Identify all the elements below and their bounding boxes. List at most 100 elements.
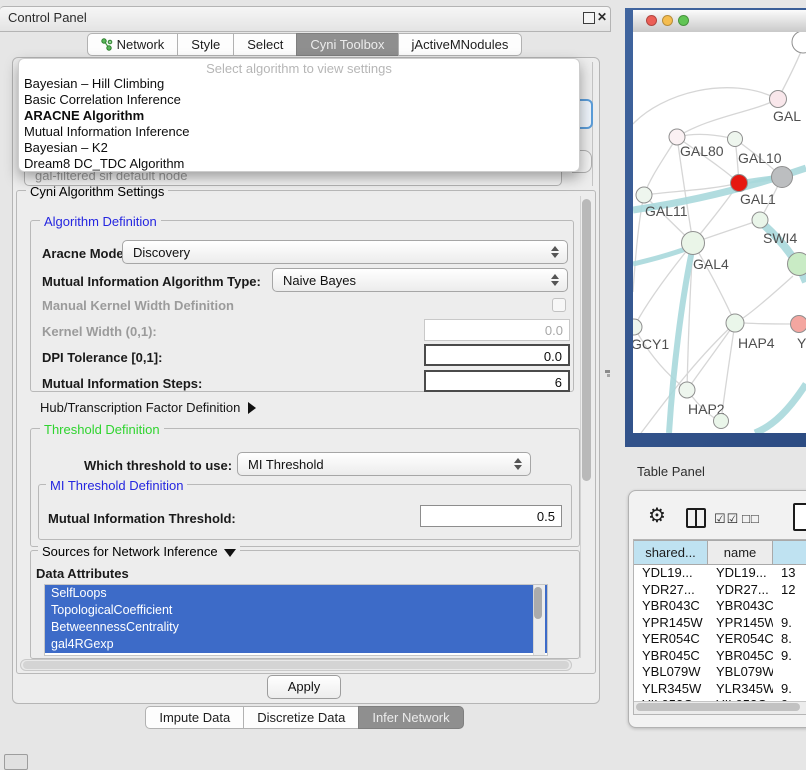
- table-row[interactable]: YDR27...YDR27...12: [634, 582, 806, 599]
- network-edge[interactable]: [743, 276, 793, 318]
- kernel-width-field[interactable]: 0.0: [424, 319, 570, 341]
- algorithm-option-mutual-information-inference[interactable]: Mutual Information Inference: [19, 124, 579, 140]
- attribute-item-gal4rgexp[interactable]: gal4RGexp: [45, 636, 547, 653]
- network-canvas[interactable]: GALGAL80GAL10GAL1GAL11SWI4GAL4GCY1HAP4YH…: [633, 32, 806, 433]
- tab-style[interactable]: Style: [177, 33, 234, 56]
- attribute-item-betweennesscentrality[interactable]: BetweennessCentrality: [45, 619, 547, 636]
- manual-kernel-checkbox[interactable]: [552, 298, 566, 312]
- which-threshold-combo[interactable]: MI Threshold: [237, 452, 531, 476]
- tab-label: Cyni Toolbox: [310, 34, 384, 55]
- table-row[interactable]: YER054CYER054C8.: [634, 631, 806, 648]
- algorithm-option-bayesian-hill-climbing[interactable]: Bayesian – Hill Climbing: [19, 76, 579, 92]
- tab-network[interactable]: Network: [87, 33, 179, 56]
- network-node-gal11[interactable]: [636, 187, 652, 203]
- table-cell: YDL19...: [708, 565, 773, 582]
- hub-definition-expander[interactable]: Hub/Transcription Factor Definition: [40, 399, 256, 417]
- network-node-swi4[interactable]: [752, 212, 768, 228]
- split-columns-icon[interactable]: [686, 508, 706, 528]
- network-node[interactable]: [792, 32, 806, 53]
- network-node-y[interactable]: [791, 316, 806, 333]
- network-node[interactable]: [788, 253, 806, 276]
- gear-icon[interactable]: ⚙: [648, 503, 666, 528]
- network-edge[interactable]: [744, 323, 791, 324]
- manual-kernel-label: Manual Kernel Width Definition: [42, 298, 234, 313]
- bottom-tab-label: Discretize Data: [257, 707, 345, 728]
- tab-cyni-toolbox[interactable]: Cyni Toolbox: [296, 33, 398, 56]
- attribute-item-topologicalcoefficient[interactable]: TopologicalCoefficient: [45, 602, 547, 619]
- control-panel-titlebar: [0, 6, 611, 32]
- table-row[interactable]: YBL079WYBL079W: [634, 664, 806, 681]
- close-window-icon[interactable]: [646, 15, 657, 26]
- close-panel-icon[interactable]: ✕: [597, 10, 607, 24]
- apply-button[interactable]: Apply: [267, 675, 341, 699]
- tab-label: Style: [191, 34, 220, 55]
- network-node-gcy1[interactable]: [633, 319, 642, 335]
- data-attributes-list[interactable]: SelfLoopsTopologicalCoefficientBetweenne…: [44, 584, 548, 656]
- algorithm-option-dream8-dc-tdc-algorithm[interactable]: Dream8 DC_TDC Algorithm: [19, 156, 579, 172]
- minimize-window-icon[interactable]: [662, 15, 673, 26]
- minimized-panel-button[interactable]: [4, 754, 28, 770]
- kernel-width-label: Kernel Width (0,1):: [42, 324, 157, 339]
- dpi-tolerance-field[interactable]: 0.0: [424, 344, 570, 366]
- column-header-shared[interactable]: shared...: [634, 540, 708, 565]
- mi-type-value: Naive Bayes: [273, 273, 546, 288]
- settings-hscrollbar-thumb[interactable]: [23, 661, 569, 669]
- mi-type-combo[interactable]: Naive Bayes: [272, 268, 568, 292]
- table-hscrollbar-thumb[interactable]: [636, 703, 800, 711]
- algorithm-option-aracne-algorithm[interactable]: ARACNE Algorithm: [19, 108, 579, 124]
- algorithm-option-basic-correlation-inference[interactable]: Basic Correlation Inference: [19, 92, 579, 108]
- network-node[interactable]: [772, 167, 793, 188]
- network-edge[interactable]: [633, 88, 778, 124]
- algorithm-option-bayesian-k2[interactable]: Bayesian – K2: [19, 140, 579, 156]
- dpi-tolerance-label: DPI Tolerance [0,1]:: [42, 350, 162, 365]
- network-edge[interactable]: [677, 99, 778, 137]
- network-node-label: GAL10: [738, 150, 782, 166]
- network-edge[interactable]: [693, 243, 735, 323]
- bottom-tab-infer-network[interactable]: Infer Network: [358, 706, 463, 729]
- panel-divider-grip[interactable]: [604, 369, 611, 378]
- table-header-row: shared...name: [634, 540, 806, 565]
- network-node-hap4[interactable]: [726, 314, 744, 332]
- network-edge[interactable]: [687, 323, 735, 390]
- network-edge-thick[interactable]: [755, 384, 806, 433]
- network-node-label: Y: [797, 335, 806, 351]
- network-node[interactable]: [714, 414, 729, 429]
- network-edge[interactable]: [644, 137, 677, 195]
- tab-select[interactable]: Select: [233, 33, 297, 56]
- select-all-checkboxes-icon[interactable]: ☑☑: [714, 511, 739, 527]
- sources-title-wrap[interactable]: Sources for Network Inference: [38, 544, 240, 559]
- table-row[interactable]: YLR345WYLR345W9.: [634, 681, 806, 698]
- tab-jactivemnodules[interactable]: jActiveMNodules: [398, 33, 523, 56]
- aracne-mode-combo[interactable]: Discovery: [122, 240, 568, 264]
- deselect-all-checkboxes-icon[interactable]: □□: [742, 511, 760, 526]
- network-window-titlebar[interactable]: [633, 10, 806, 33]
- network-node-label: SWI4: [763, 230, 797, 246]
- settings-vscrollbar-thumb[interactable]: [582, 199, 591, 481]
- new-column-icon[interactable]: [793, 503, 806, 531]
- mi-threshold-field[interactable]: 0.5: [420, 505, 562, 527]
- zoom-window-icon[interactable]: [678, 15, 689, 26]
- network-node-gal1[interactable]: [731, 175, 748, 192]
- attributes-scrollbar-thumb[interactable]: [534, 587, 542, 619]
- expand-arrow-icon: [248, 402, 256, 414]
- table-row[interactable]: YBR045CYBR045C9.: [634, 648, 806, 665]
- table-row[interactable]: YPR145WYPR145W9.: [634, 615, 806, 632]
- network-node-gal[interactable]: [770, 91, 787, 108]
- attribute-item-selfloops[interactable]: SelfLoops: [45, 585, 547, 602]
- table-cell: YBR043C: [708, 598, 773, 615]
- network-node-gal10[interactable]: [728, 132, 743, 147]
- network-node-hap2[interactable]: [679, 382, 695, 398]
- network-node-gal4[interactable]: [682, 232, 705, 255]
- network-edge[interactable]: [677, 134, 735, 139]
- bottom-tab-impute-data[interactable]: Impute Data: [145, 706, 244, 729]
- bottom-tab-discretize-data[interactable]: Discretize Data: [243, 706, 359, 729]
- table-row[interactable]: YBR043CYBR043C: [634, 598, 806, 615]
- table-row[interactable]: YDL19...YDL19...13: [634, 565, 806, 582]
- table-cell: YLR345W: [708, 681, 773, 698]
- cyni-bottom-tabbar: Impute Data Discretize Data Infer Network: [0, 706, 610, 730]
- column-header-name[interactable]: name: [708, 540, 773, 565]
- column-header-2[interactable]: [773, 540, 806, 565]
- mi-steps-field[interactable]: 6: [424, 370, 570, 392]
- float-panel-icon[interactable]: [583, 12, 595, 24]
- aracne-mode-value: Discovery: [123, 245, 546, 260]
